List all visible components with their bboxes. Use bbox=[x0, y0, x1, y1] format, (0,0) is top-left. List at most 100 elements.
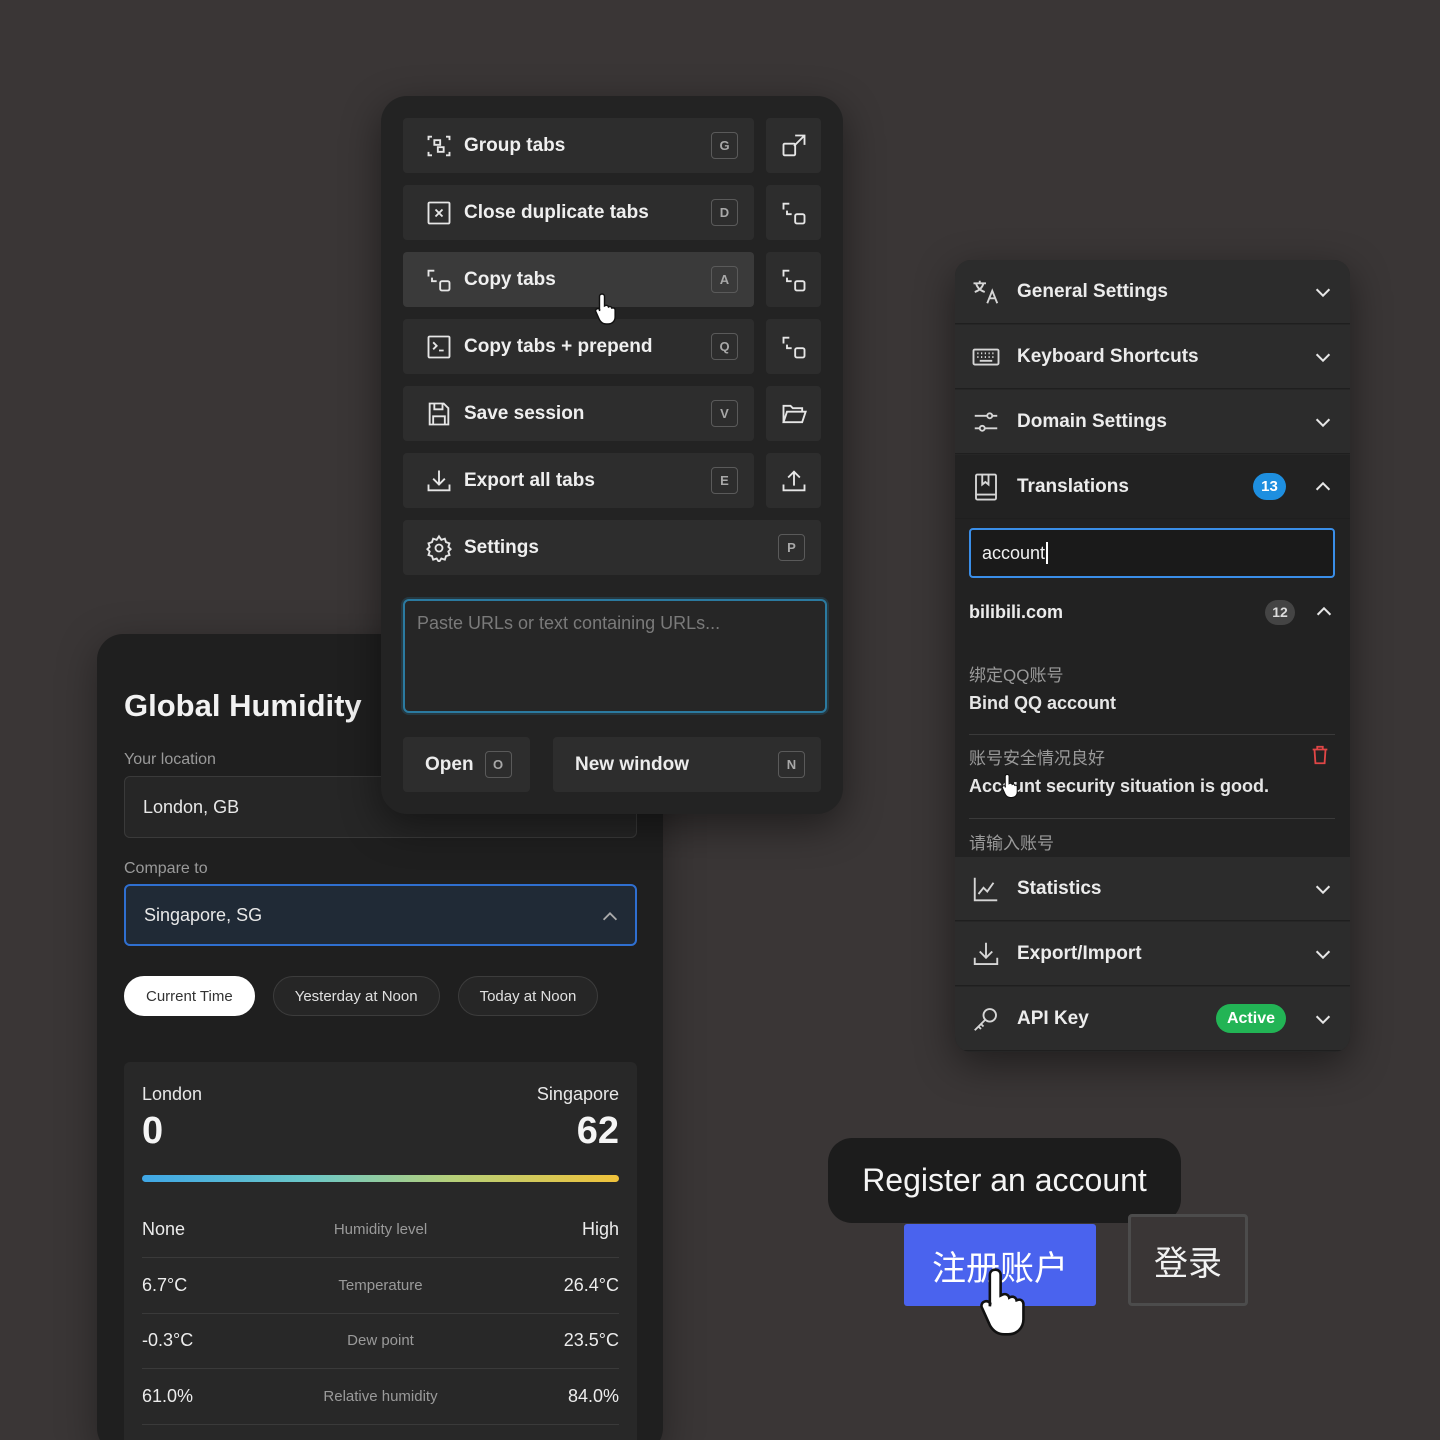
translation-search-input[interactable]: account bbox=[969, 528, 1335, 578]
humidity-gradient-bar bbox=[142, 1175, 619, 1182]
upload-icon bbox=[780, 467, 808, 495]
trash-icon[interactable] bbox=[1309, 744, 1331, 766]
close-box-icon bbox=[425, 199, 453, 227]
chevron-down-icon bbox=[1312, 1008, 1334, 1030]
shortcut-key: V bbox=[711, 400, 738, 427]
folder-open-icon bbox=[780, 400, 808, 428]
copy-icon bbox=[780, 266, 808, 294]
keyboard-icon bbox=[971, 342, 1001, 372]
comparison-stats: London Singapore 0 62 None Humidity leve… bbox=[124, 1062, 637, 1440]
menu-item-copy-tabs[interactable]: Copy tabs A bbox=[403, 252, 754, 307]
section-translations[interactable]: Translations 13 bbox=[955, 455, 1350, 519]
open-folder-button[interactable] bbox=[766, 386, 821, 441]
translation-source: 账号安全情况良好 bbox=[969, 749, 1105, 768]
chevron-down-icon bbox=[1312, 411, 1334, 433]
stat-row: None Humidity level High bbox=[142, 1202, 619, 1258]
shortcut-key: Q bbox=[711, 333, 738, 360]
menu-item-settings[interactable]: Settings P bbox=[403, 520, 821, 575]
chevron-down-icon bbox=[1312, 878, 1334, 900]
left-city: London bbox=[142, 1084, 203, 1104]
compare-select[interactable]: Singapore, SG bbox=[124, 884, 637, 946]
chevron-up-icon bbox=[599, 906, 621, 928]
stat-metric: Temperature bbox=[338, 1277, 423, 1294]
right-city: Singapore bbox=[536, 1084, 619, 1104]
stat-right: 26.4°C bbox=[563, 1275, 619, 1295]
book-icon bbox=[971, 472, 1001, 502]
translations-count-badge: 13 bbox=[1253, 473, 1286, 500]
new-window-button[interactable]: New window N bbox=[553, 737, 821, 792]
translation-entry[interactable]: 账号安全情况良好 Account security situation is g… bbox=[969, 744, 1335, 819]
menu-item-export-all-tabs[interactable]: Export all tabs E bbox=[403, 453, 754, 508]
section-domain-settings[interactable]: Domain Settings bbox=[955, 390, 1350, 454]
copy-side-button[interactable] bbox=[766, 185, 821, 240]
open-button[interactable]: Open O bbox=[403, 737, 530, 792]
settings-panel: General Settings Keyboard Shortcuts Doma… bbox=[955, 260, 1350, 1052]
url-paste-textarea[interactable]: Paste URLs or text containing URLs... bbox=[403, 599, 827, 713]
right-value: 62 bbox=[576, 1110, 619, 1152]
compare-value: Singapore, SG bbox=[144, 904, 263, 925]
menu-item-label: Save session bbox=[464, 402, 585, 424]
hand-cursor-icon bbox=[594, 292, 620, 326]
shortcut-key: P bbox=[778, 534, 805, 561]
domain-group-header[interactable]: bilibili.com 12 bbox=[969, 592, 1335, 632]
stat-metric: Humidity level bbox=[333, 1221, 428, 1238]
new-window-button-label: New window bbox=[575, 753, 689, 775]
key-icon bbox=[971, 1004, 1001, 1034]
stat-row: 6.7°C Temperature 26.4°C bbox=[142, 1258, 619, 1314]
location-value: London, GB bbox=[143, 796, 240, 817]
shortcut-key: G bbox=[711, 132, 738, 159]
text-caret bbox=[1046, 542, 1049, 564]
section-keyboard-shortcuts[interactable]: Keyboard Shortcuts bbox=[955, 325, 1350, 389]
menu-item-save-session[interactable]: Save session V bbox=[403, 386, 754, 441]
pill-yesterday-noon[interactable]: Yesterday at Noon bbox=[272, 976, 440, 1016]
section-label: Keyboard Shortcuts bbox=[1017, 345, 1199, 367]
section-label: Translations bbox=[1017, 475, 1129, 497]
pill-current-time[interactable]: Current Time bbox=[124, 976, 255, 1016]
chevron-down-icon bbox=[1312, 281, 1334, 303]
location-label: Your location bbox=[124, 751, 216, 768]
humidity-title: Global Humidity bbox=[124, 688, 362, 723]
section-label: API Key bbox=[1017, 1007, 1089, 1029]
section-export-import[interactable]: Export/Import bbox=[955, 922, 1350, 986]
menu-item-label: Close duplicate tabs bbox=[464, 201, 649, 223]
register-tooltip: Register an account bbox=[828, 1138, 1181, 1223]
upload-button[interactable] bbox=[766, 453, 821, 508]
copy-icon bbox=[425, 266, 453, 294]
section-label: Export/Import bbox=[1017, 942, 1142, 964]
stat-right: 23.5°C bbox=[563, 1330, 619, 1350]
menu-item-copy-tabs-prepend[interactable]: Copy tabs + prepend Q bbox=[403, 319, 754, 374]
copy-side-button[interactable] bbox=[766, 319, 821, 374]
translation-source: 绑定QQ账号 bbox=[969, 666, 1064, 685]
open-external-icon bbox=[780, 132, 808, 160]
login-button[interactable]: 登录 bbox=[1128, 1214, 1248, 1306]
chevron-down-icon bbox=[1312, 346, 1334, 368]
stat-right: 84.0% bbox=[567, 1386, 619, 1406]
menu-item-close-duplicate-tabs[interactable]: Close duplicate tabs D bbox=[403, 185, 754, 240]
translation-entry[interactable]: 请输入账号 bbox=[969, 829, 1335, 857]
open-external-button[interactable] bbox=[766, 118, 821, 173]
section-api-key[interactable]: API Key Active bbox=[955, 987, 1350, 1051]
translation-entry[interactable]: 绑定QQ账号 Bind QQ account bbox=[969, 661, 1335, 735]
translation-target: Account security situation is good. bbox=[969, 776, 1270, 796]
menu-item-label: Group tabs bbox=[464, 134, 566, 156]
menu-item-group-tabs[interactable]: Group tabs G bbox=[403, 118, 754, 173]
translations-body: account bilibili.com 12 绑定QQ账号 Bind QQ a… bbox=[955, 519, 1350, 857]
group-tabs-icon bbox=[425, 132, 453, 160]
stat-left: 61.0% bbox=[142, 1386, 194, 1406]
menu-item-label: Settings bbox=[464, 536, 539, 558]
shortcut-key: D bbox=[711, 199, 738, 226]
section-label: Domain Settings bbox=[1017, 410, 1167, 432]
stat-row: 61.0% Relative humidity 84.0% bbox=[142, 1369, 619, 1425]
chevron-up-icon bbox=[1312, 476, 1334, 498]
shortcut-key: A bbox=[711, 266, 738, 293]
section-label: Statistics bbox=[1017, 877, 1102, 899]
stat-left: None bbox=[142, 1219, 186, 1239]
chart-icon bbox=[971, 874, 1001, 904]
section-general-settings[interactable]: General Settings bbox=[955, 260, 1350, 324]
translation-source: 请输入账号 bbox=[969, 834, 1054, 853]
shortcut-key: E bbox=[711, 467, 738, 494]
compare-label: Compare to bbox=[124, 860, 208, 877]
section-statistics[interactable]: Statistics bbox=[955, 857, 1350, 921]
pill-today-noon[interactable]: Today at Noon bbox=[457, 976, 599, 1016]
copy-side-button[interactable] bbox=[766, 252, 821, 307]
